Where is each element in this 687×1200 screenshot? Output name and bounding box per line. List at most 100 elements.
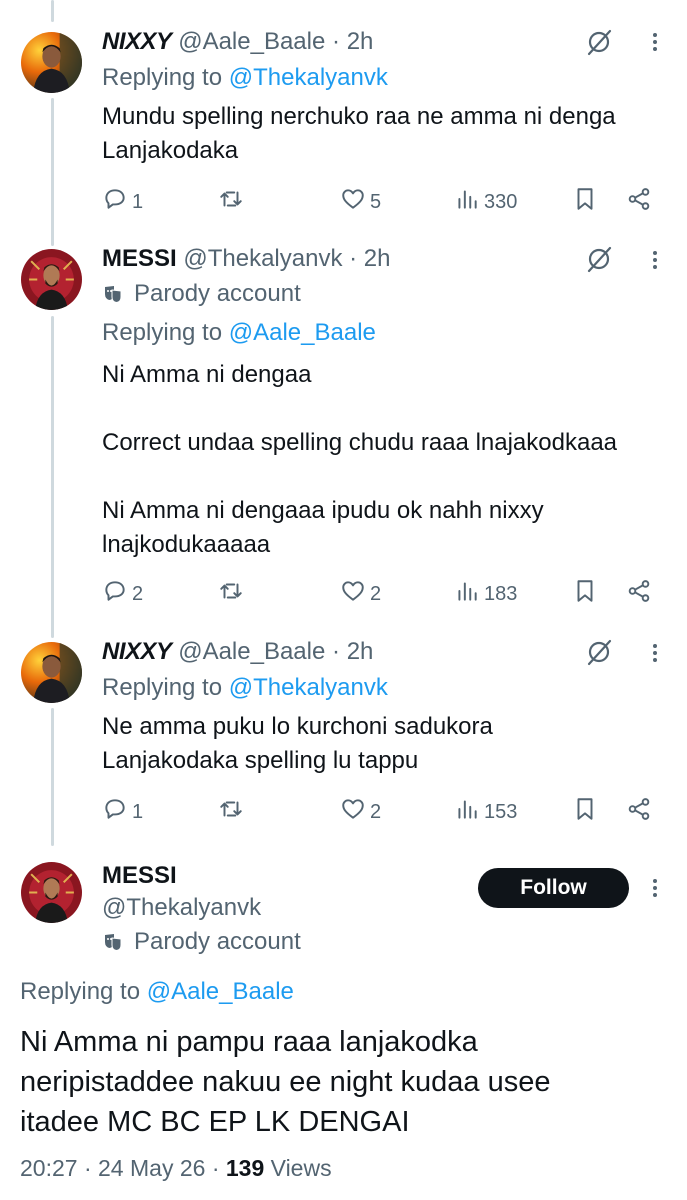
tweet-text: Ni Amma ni dengaa Correct undaa spelling… [102,361,618,558]
more-icon[interactable] [650,876,660,902]
thread-line [51,316,54,638]
share-icon [626,796,652,828]
replying-to: Replying to @Aale_Baale [20,977,294,1007]
display-name[interactable]: NIXXY [102,638,172,665]
user-handle[interactable]: @Aale_Baale [178,638,325,665]
parody-text: Parody account [134,280,301,307]
post-time[interactable]: 20:27 [20,1155,78,1181]
share-button[interactable] [626,578,652,610]
thread-line [51,0,54,22]
timestamp[interactable]: 2h [347,28,374,55]
parody-label: Parody account [102,279,301,309]
grok-icon[interactable] [585,245,613,273]
action-bar: 1 5 330 [102,186,662,216]
views-button[interactable]: 183 [454,578,517,610]
repost-button[interactable] [218,796,248,828]
views-icon [454,796,480,828]
more-icon[interactable] [650,641,660,667]
views-count[interactable]: 139 [226,1155,264,1181]
mention-link[interactable]: @Thekalyanvk [229,64,388,91]
like-count: 5 [370,190,382,213]
timestamp[interactable]: 2h [347,638,374,665]
reply-icon [102,578,128,610]
heart-icon [340,578,366,610]
tweet-meta: 20:27 · 24 May 26 · 139 Views [20,1153,332,1183]
bookmark-icon [572,186,598,218]
timestamp[interactable]: 2h [364,245,391,272]
heart-icon [340,186,366,218]
repost-button[interactable] [218,578,248,610]
separator-dot: · [332,28,341,55]
share-icon [626,186,652,218]
repost-icon [218,578,244,610]
parody-label: Parody account [102,927,301,957]
reply-icon [102,796,128,828]
replying-prefix: Replying to [102,674,229,701]
more-icon[interactable] [650,248,660,274]
more-icon[interactable] [650,30,660,56]
parody-mask-icon [102,283,124,305]
tweet-text: Ni Amma ni pampu raaa lanjakodka neripis… [20,1026,551,1138]
share-button[interactable] [626,186,652,218]
heart-icon [340,796,366,828]
reply-count: 2 [132,582,144,605]
replying-to: Replying to @Aale_Baale [102,318,376,348]
parody-text: Parody account [134,928,301,955]
user-handle[interactable]: @Aale_Baale [178,28,325,55]
action-bar: 2 2 183 [102,578,662,608]
share-button[interactable] [626,796,652,828]
avatar[interactable] [21,249,82,310]
replying-prefix: Replying to [102,319,229,346]
post-date[interactable]: 24 May 26 [98,1155,205,1181]
parody-mask-icon [102,931,124,953]
repost-icon [218,186,244,218]
user-handle[interactable]: @Thekalyanvk [102,894,261,921]
repost-button[interactable] [218,186,248,218]
bookmark-icon [572,578,598,610]
separator-dot: · [211,1155,220,1181]
display-name[interactable]: NIXXY [102,28,172,55]
repost-icon [218,796,244,828]
bookmark-button[interactable] [572,578,598,610]
replying-prefix: Replying to [20,978,147,1005]
mention-link[interactable]: @Aale_Baale [147,978,294,1005]
view-count: 330 [484,190,518,213]
avatar[interactable] [21,862,82,923]
avatar[interactable] [21,642,82,703]
like-button[interactable]: 5 [340,186,381,218]
thread-line [51,708,54,846]
like-count: 2 [370,800,382,823]
reply-icon [102,186,128,218]
views-icon [454,186,480,218]
mention-link[interactable]: @Aale_Baale [229,319,376,346]
like-button[interactable]: 2 [340,578,381,610]
replying-to: Replying to @Thekalyanvk [102,63,388,93]
reply-button[interactable]: 2 [102,578,143,610]
display-name[interactable]: MESSI [102,245,177,272]
views-label: Views [270,1155,332,1181]
user-handle[interactable]: @Thekalyanvk [183,245,342,272]
like-button[interactable]: 2 [340,796,381,828]
replying-to: Replying to @Thekalyanvk [102,673,388,703]
views-button[interactable]: 330 [454,186,517,218]
action-bar: 1 2 153 [102,796,662,826]
bookmark-button[interactable] [572,186,598,218]
reply-count: 1 [132,800,144,823]
bookmark-icon [572,796,598,828]
grok-icon[interactable] [585,638,613,666]
replying-prefix: Replying to [102,64,229,91]
share-icon [626,578,652,610]
tweet-text: Mundu spelling nerchuko raa ne amma ni d… [102,103,616,164]
follow-button[interactable]: Follow [478,868,629,908]
view-count: 183 [484,582,518,605]
reply-button[interactable]: 1 [102,796,143,828]
views-icon [454,578,480,610]
views-button[interactable]: 153 [454,796,517,828]
grok-icon[interactable] [585,28,613,56]
display-name[interactable]: MESSI [102,862,177,889]
mention-link[interactable]: @Thekalyanvk [229,674,388,701]
avatar[interactable] [21,32,82,93]
separator-dot: · [332,638,341,665]
bookmark-button[interactable] [572,796,598,828]
reply-button[interactable]: 1 [102,186,143,218]
